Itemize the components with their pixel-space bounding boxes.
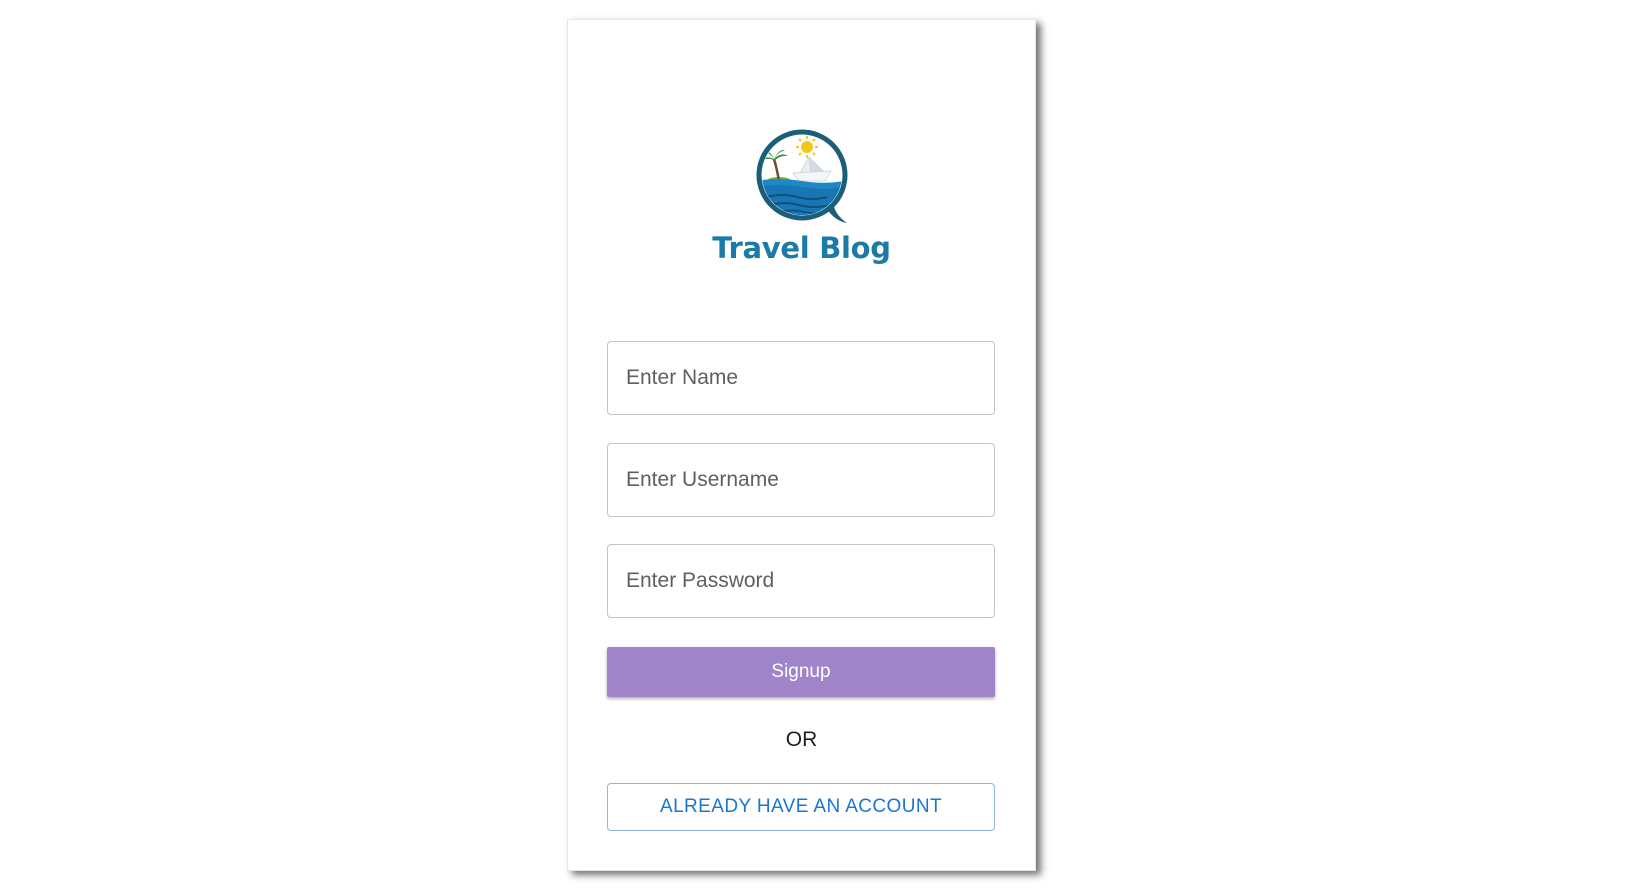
or-divider: OR: [785, 728, 818, 751]
brand-name: Travel Blog: [712, 231, 891, 265]
signup-card: Travel Blog Signup OR ALREADY HAVE AN AC…: [567, 19, 1036, 871]
username-input[interactable]: [608, 444, 994, 516]
name-field[interactable]: [607, 341, 995, 415]
password-input[interactable]: [608, 545, 994, 617]
username-field[interactable]: [607, 443, 995, 517]
brand-logo: Travel Blog: [568, 125, 1035, 285]
signup-button[interactable]: Signup: [607, 647, 995, 697]
travel-blog-logo-icon: [756, 129, 847, 223]
name-input[interactable]: [608, 342, 994, 414]
password-field[interactable]: [607, 544, 995, 618]
already-have-account-button[interactable]: ALREADY HAVE AN ACCOUNT: [607, 783, 995, 831]
